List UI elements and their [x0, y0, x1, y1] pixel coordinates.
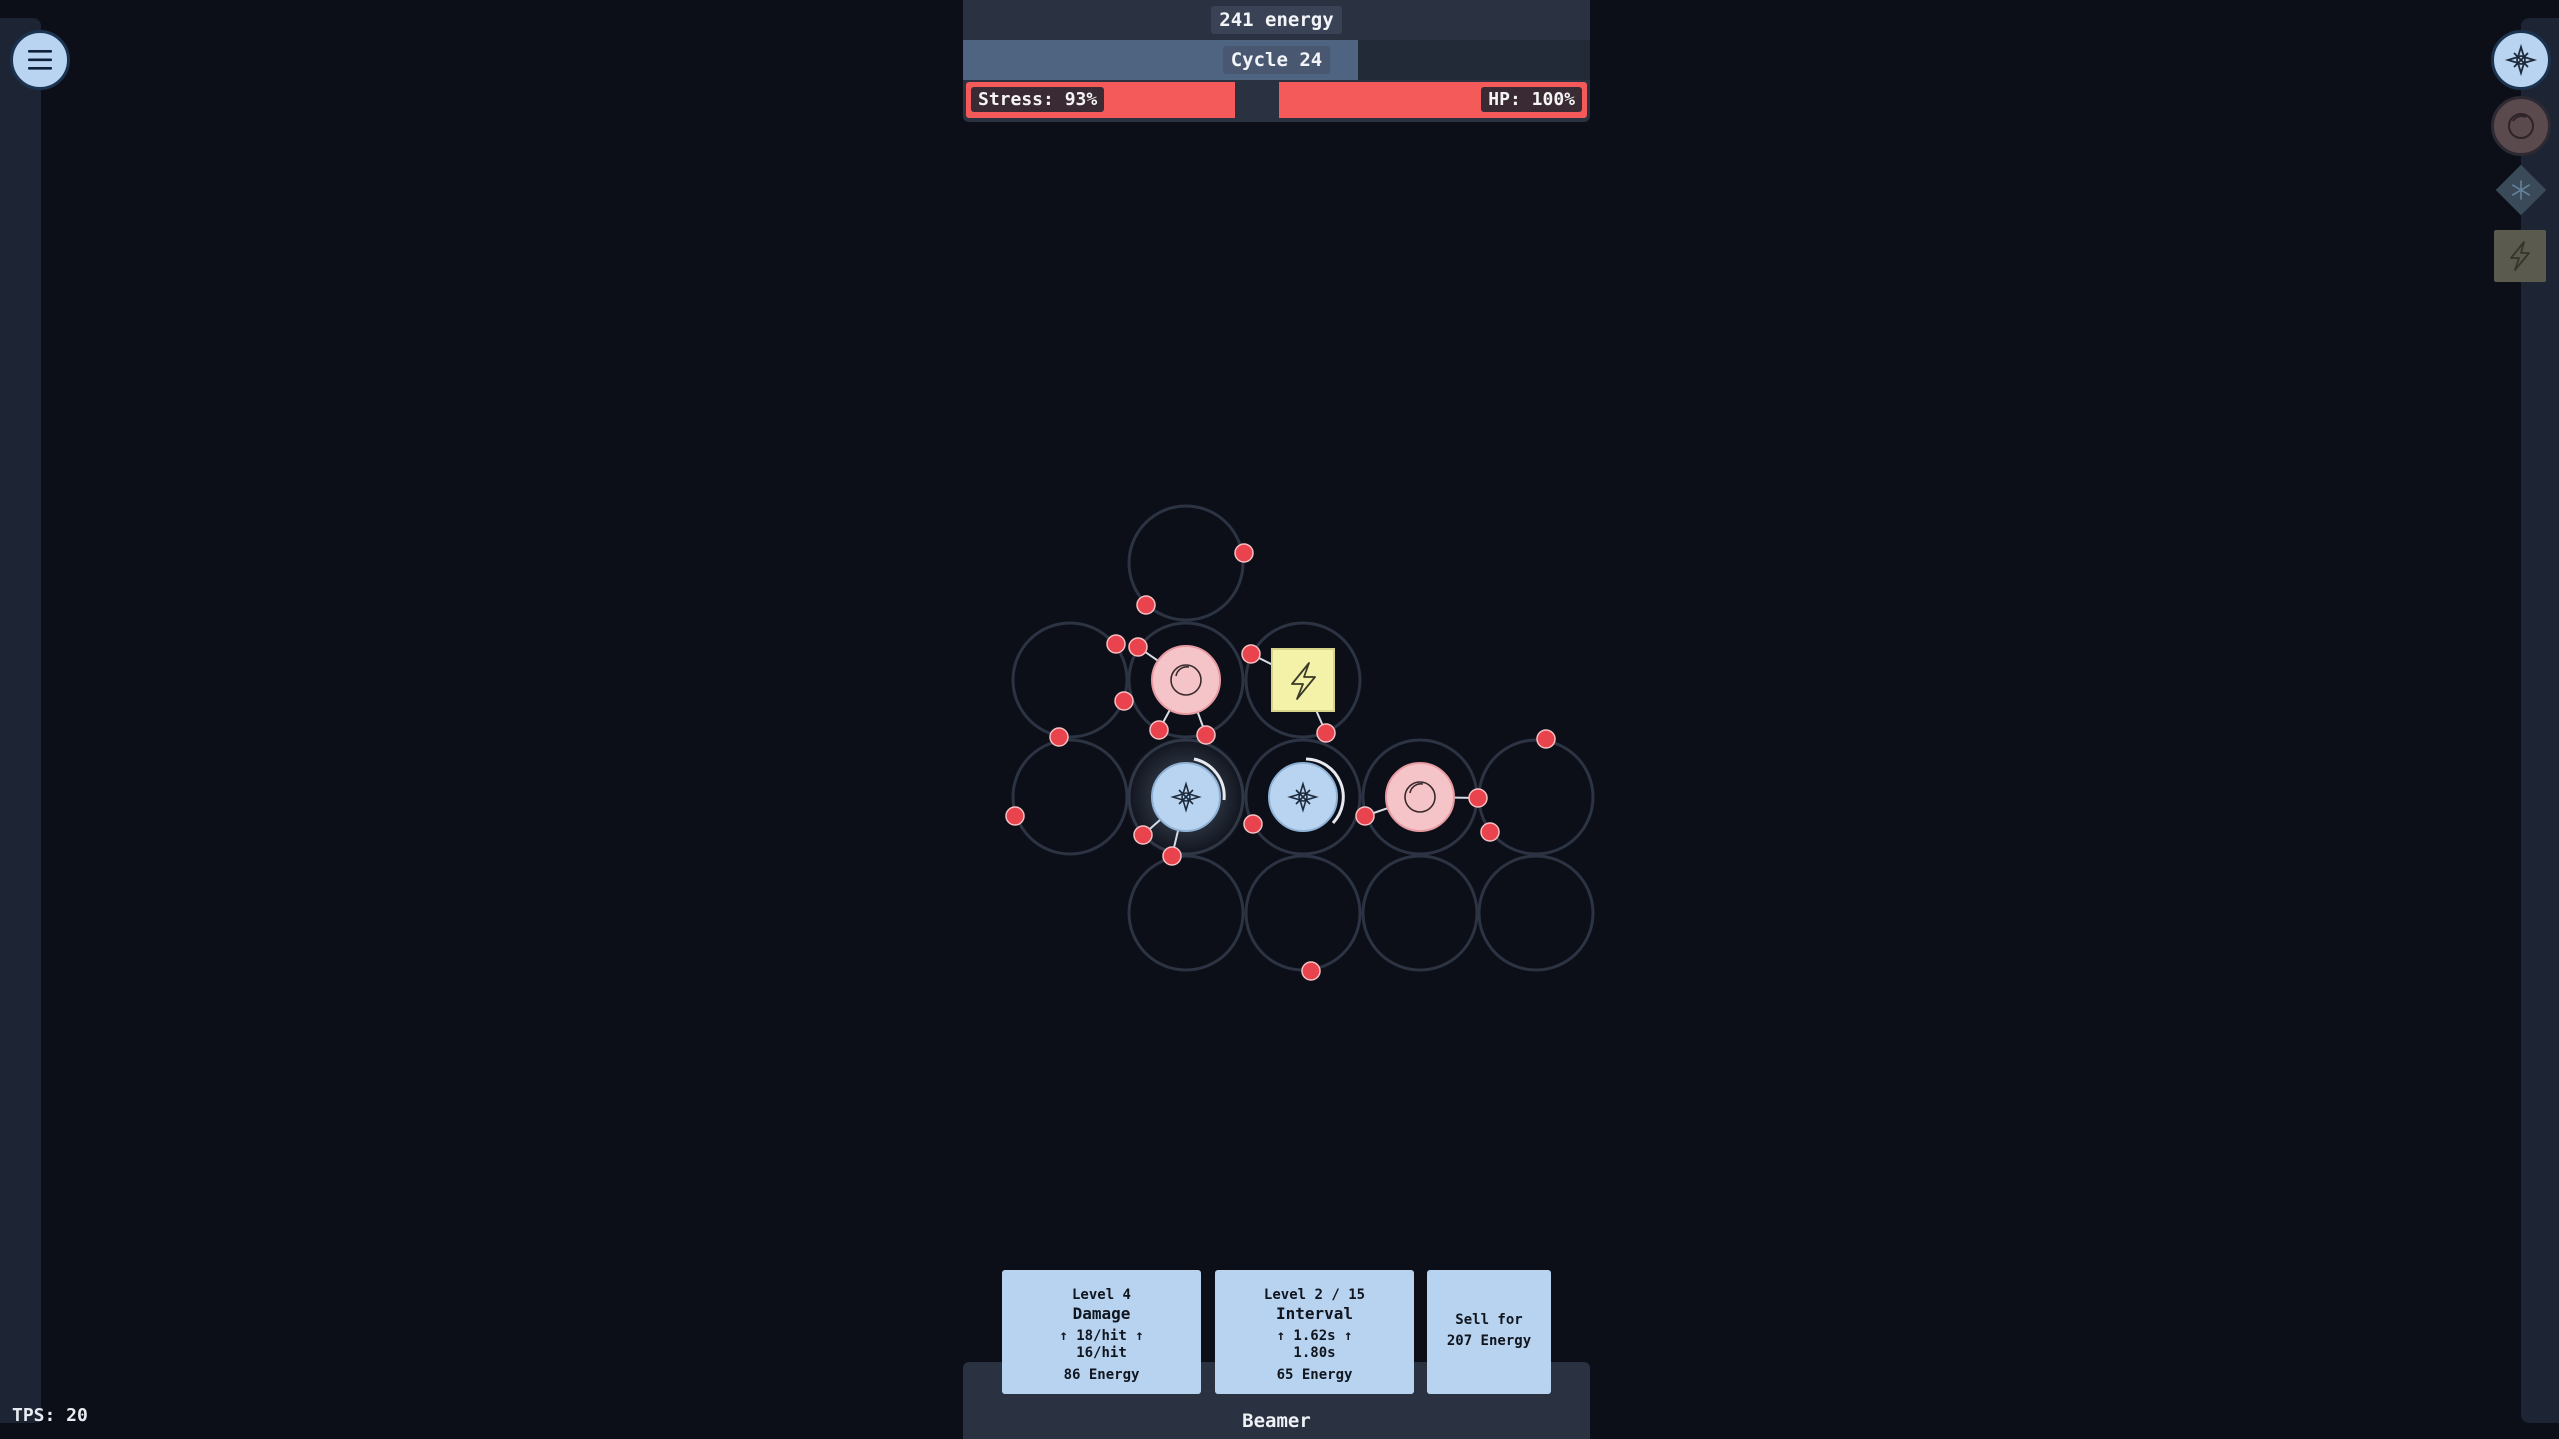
game-screen: 241 energy Cycle 24 Stress: 93% HP: 100% [0, 0, 2559, 1439]
enemy[interactable] [1133, 825, 1153, 845]
sell-label: Sell for [1455, 1312, 1523, 1328]
grid-cells [1011, 504, 1595, 972]
upgrade-cost: 65 Energy [1276, 1367, 1353, 1383]
upgrade-value: ↑ 1.62s ↑ [1276, 1328, 1353, 1344]
enemy[interactable] [1114, 691, 1134, 711]
enemy[interactable] [1316, 723, 1336, 743]
upgrade-value: ↑ 18/hit ↑ [1059, 1328, 1144, 1344]
ring-tower[interactable] [1385, 762, 1455, 832]
upgrade-level: Level 2 / 15 [1263, 1287, 1366, 1303]
enemy[interactable] [1301, 961, 1321, 981]
game-board[interactable] [0, 0, 2559, 1439]
grid-cell[interactable] [1477, 854, 1595, 972]
grid-cell[interactable] [1127, 854, 1245, 972]
sell-button[interactable]: Sell for 207 Energy [1427, 1270, 1551, 1394]
upgrade-interval-button[interactable]: Level 2 / 15 Interval ↑ 1.62s ↑ 1.80s 65… [1215, 1270, 1414, 1394]
upgrade-title: Interval [1275, 1304, 1354, 1323]
grid-cell[interactable] [1361, 854, 1479, 972]
unit-name: Beamer [1242, 1410, 1311, 1432]
battery-tower[interactable] [1271, 648, 1335, 712]
upgrade-level: Level 4 [1071, 1287, 1131, 1303]
enemy[interactable] [1162, 846, 1182, 866]
enemy[interactable] [1196, 725, 1216, 745]
upgrade-damage-button[interactable]: Level 4 Damage ↑ 18/hit ↑ 16/hit 86 Ener… [1002, 1270, 1201, 1394]
enemy[interactable] [1005, 806, 1025, 826]
enemy[interactable] [1536, 729, 1556, 749]
enemy[interactable] [1234, 543, 1254, 563]
upgrade-value: 1.80s [1293, 1345, 1336, 1361]
upgrade-title: Damage [1072, 1304, 1131, 1323]
enemy[interactable] [1106, 634, 1126, 654]
enemies [1005, 543, 1556, 981]
grid-cell[interactable] [1011, 738, 1129, 856]
enemy[interactable] [1128, 637, 1148, 657]
grid-cell[interactable] [1244, 854, 1362, 972]
enemy[interactable] [1241, 644, 1261, 664]
sell-value: 207 Energy [1446, 1333, 1532, 1349]
enemy[interactable] [1480, 822, 1500, 842]
ring-tower[interactable] [1151, 645, 1221, 715]
enemy[interactable] [1243, 814, 1263, 834]
upgrade-cost: 86 Energy [1063, 1367, 1140, 1383]
enemy[interactable] [1149, 720, 1169, 740]
upgrade-value: 16/hit [1076, 1345, 1127, 1361]
enemy[interactable] [1136, 595, 1156, 615]
enemy[interactable] [1468, 788, 1488, 808]
enemy[interactable] [1049, 727, 1069, 747]
tps-readout: TPS: 20 [12, 1405, 88, 1426]
enemy[interactable] [1355, 806, 1375, 826]
beamer-tower[interactable] [1268, 757, 1345, 832]
